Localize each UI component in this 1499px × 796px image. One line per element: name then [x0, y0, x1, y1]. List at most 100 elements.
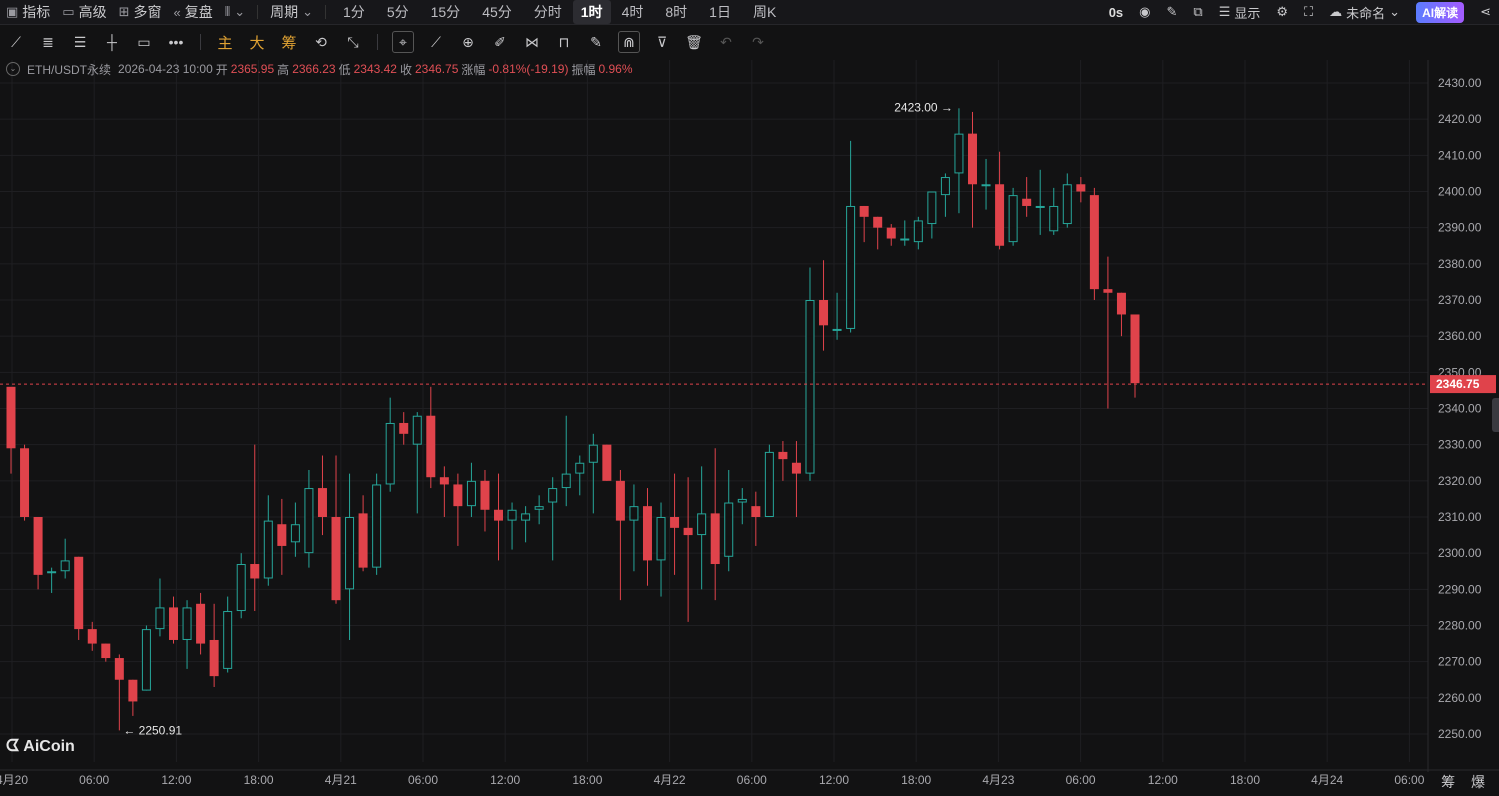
candle-body[interactable]	[277, 524, 287, 546]
candle-body[interactable]	[1022, 198, 1032, 206]
candle-body[interactable]	[642, 506, 652, 561]
compare-icon[interactable]: ⟲	[305, 34, 337, 51]
undo-icon[interactable]: ↶	[710, 34, 742, 51]
share-icon[interactable]: ⋖	[1472, 4, 1499, 20]
pattern-icon[interactable]: ⋈	[516, 34, 548, 51]
settings-icon[interactable]: ⚙	[1268, 4, 1296, 20]
candle-body[interactable]	[304, 488, 314, 554]
chips-button[interactable]: 筹	[273, 32, 305, 53]
candle-body[interactable]	[128, 679, 138, 702]
candle-body[interactable]	[141, 629, 151, 691]
candle-body[interactable]	[209, 639, 219, 677]
candle-body[interactable]	[223, 611, 233, 669]
candle-body[interactable]	[913, 220, 923, 243]
candle-body[interactable]	[575, 462, 585, 474]
candle-body[interactable]	[345, 517, 355, 590]
candle-body[interactable]	[290, 524, 300, 543]
candle-body[interactable]	[1062, 184, 1072, 225]
multi-window-button[interactable]: ⊞ 多窗	[113, 0, 168, 24]
candle-body[interactable]	[967, 133, 977, 185]
candle-body[interactable]	[548, 488, 558, 503]
period-tab[interactable]: 4时	[611, 0, 655, 24]
period-tab[interactable]: 1时	[572, 0, 611, 24]
candle-body[interactable]	[60, 560, 70, 572]
period-dropdown[interactable]: 周期 ⌄	[264, 0, 319, 24]
candle-body[interactable]	[1076, 184, 1086, 192]
candle-body[interactable]	[886, 227, 896, 239]
candle-body[interactable]	[737, 498, 747, 503]
candle-body[interactable]	[480, 480, 490, 510]
candle-body[interactable]	[832, 328, 842, 331]
candle-body[interactable]	[588, 444, 598, 463]
big-order-button[interactable]: 大	[241, 32, 273, 53]
edit-icon[interactable]: ✎	[580, 34, 612, 51]
period-tab[interactable]: 1日	[698, 0, 742, 24]
candle-body[interactable]	[615, 480, 625, 521]
zoom-icon[interactable]: ⊕	[452, 34, 484, 51]
candle-body[interactable]	[236, 564, 246, 612]
chart-type-button[interactable]: ⫴ ⌄	[219, 0, 251, 24]
collapse-icon[interactable]: ⌄	[6, 62, 20, 76]
candle-body[interactable]	[1103, 289, 1113, 293]
replay-button[interactable]: «复盘	[168, 0, 219, 24]
side-panel-handle[interactable]	[1492, 398, 1499, 432]
brush-icon[interactable]: ✐	[484, 34, 516, 51]
candle-body[interactable]	[521, 513, 531, 521]
candle-body[interactable]	[453, 484, 463, 507]
candle-body[interactable]	[778, 451, 788, 460]
period-tab[interactable]: 45分	[471, 0, 523, 24]
candle-body[interactable]	[683, 527, 693, 536]
candle-body[interactable]	[1049, 205, 1059, 232]
candle-body[interactable]	[670, 517, 680, 528]
fullscreen-icon[interactable]: ⛶	[1296, 4, 1321, 20]
period-tab[interactable]: 8时	[654, 0, 698, 24]
period-tab[interactable]: 5分	[376, 0, 420, 24]
candle-body[interactable]	[819, 300, 829, 326]
layout-dropdown[interactable]: ☁ 未命名 ⌄	[1321, 3, 1408, 22]
candle-body[interactable]	[507, 509, 517, 521]
candle-body[interactable]	[791, 462, 801, 474]
measure-icon[interactable]: ⤡	[337, 34, 369, 51]
filter-icon[interactable]: ⊽	[646, 34, 678, 51]
candle-body[interactable]	[995, 184, 1005, 246]
candle-body[interactable]	[6, 386, 16, 449]
redo-icon[interactable]: ↷	[742, 34, 774, 51]
candle-body[interactable]	[385, 422, 395, 485]
candle-body[interactable]	[697, 513, 707, 536]
period-tab[interactable]: 分时	[523, 0, 573, 24]
trend-line-icon[interactable]: ⟋	[0, 34, 32, 51]
candle-body[interactable]	[101, 643, 111, 659]
candle-body[interactable]	[196, 603, 206, 644]
candle-body[interactable]	[182, 607, 192, 640]
candle-body[interactable]	[20, 448, 30, 517]
candle-body[interactable]	[940, 177, 950, 196]
window-icon[interactable]: ⧉	[1185, 4, 1210, 20]
candle-body[interactable]	[47, 571, 57, 574]
candle-body[interactable]	[426, 415, 436, 478]
candle-body[interactable]	[561, 473, 571, 489]
candle-body[interactable]	[114, 658, 124, 680]
trash-icon[interactable]: 🗑	[678, 34, 710, 51]
candle-body[interactable]	[981, 184, 991, 187]
candle-body[interactable]	[1130, 314, 1140, 384]
more-icon[interactable]: •••	[160, 34, 192, 50]
display-button[interactable]: ☰ 显示	[1211, 3, 1269, 22]
candle-body[interactable]	[87, 629, 97, 644]
candle-body[interactable]	[710, 513, 720, 565]
candle-body[interactable]	[74, 556, 84, 630]
candle-body[interactable]	[494, 509, 504, 521]
candle-body[interactable]	[439, 477, 449, 485]
candle-body[interactable]	[1116, 292, 1126, 315]
candle-body[interactable]	[846, 205, 856, 329]
advanced-button[interactable]: ▭ 高级	[56, 0, 112, 24]
candle-body[interactable]	[358, 513, 368, 568]
ai-interpret-button[interactable]: AI解读	[1408, 1, 1472, 23]
candle-body[interactable]	[859, 205, 869, 217]
horizontal-lines-icon[interactable]: ☰	[64, 34, 96, 51]
candle-body[interactable]	[372, 484, 382, 568]
candle-body[interactable]	[263, 520, 273, 579]
candle-body[interactable]	[629, 506, 639, 521]
candle-body[interactable]	[1089, 195, 1099, 290]
candle-body[interactable]	[764, 451, 774, 517]
parallel-lines-icon[interactable]: ≣	[32, 34, 64, 51]
